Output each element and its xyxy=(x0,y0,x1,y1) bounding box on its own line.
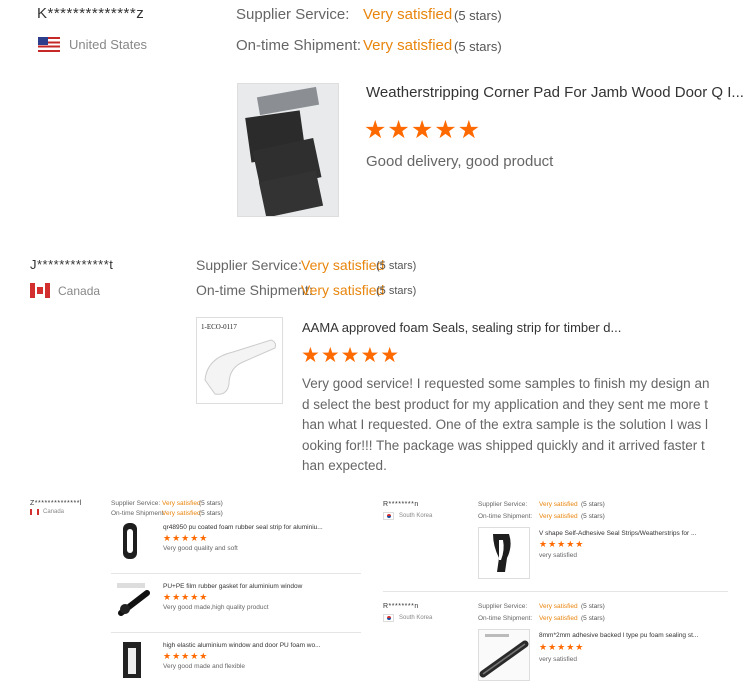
supplier-service-label: Supplier Service: xyxy=(111,500,161,507)
shipment-value: Very satisfied xyxy=(363,37,453,54)
supplier-service-label: Supplier Service: xyxy=(478,603,528,610)
shipment-label: On-time Shipment: xyxy=(236,37,362,54)
shipment-value: Very satisfied xyxy=(539,513,578,520)
us-flag-icon xyxy=(38,37,60,52)
supplier-service-row: Supplier Service: Very satisfied (5 star… xyxy=(478,603,605,610)
supplier-service-stars: (5 stars) xyxy=(581,501,605,508)
reviewer-name: Z**************l xyxy=(30,500,82,507)
seal-strip-image xyxy=(123,523,137,559)
supplier-service-label: Supplier Service: xyxy=(196,257,302,273)
rating-stars: ★★★★★ xyxy=(163,592,209,602)
rating-stars: ★★★★★ xyxy=(539,642,585,652)
south-korea-flag-icon xyxy=(383,614,394,622)
reviewer-country: South Korea xyxy=(383,614,432,622)
product-thumbnail[interactable] xyxy=(478,527,530,579)
shipment-label: On-time Shipment: xyxy=(111,510,166,517)
shipment-stars: (5 stars) xyxy=(376,285,417,297)
supplier-service-row: Supplier Service: Very satisfied (5 star… xyxy=(196,257,416,273)
supplier-service-stars: (5 stars) xyxy=(454,8,502,23)
supplier-service-row: Supplier Service: Very satisfied (5 star… xyxy=(236,6,502,23)
country-label: South Korea xyxy=(399,513,433,519)
review-comment: Good delivery, good product xyxy=(366,153,554,170)
product-title-link[interactable]: 8mm*2mm adhesive backed l type pu foam s… xyxy=(539,632,698,639)
country-label: United States xyxy=(69,37,148,52)
rating-stars: ★★★★★ xyxy=(364,116,482,144)
product-title-link[interactable]: qr48950 pu coated foam rubber seal strip… xyxy=(163,524,323,531)
supplier-service-stars: (5 stars) xyxy=(581,603,605,610)
rubber-gasket-image xyxy=(117,583,150,616)
supplier-service-value: Very satisfied xyxy=(539,501,578,508)
supplier-service-stars: (5 stars) xyxy=(199,500,223,507)
product-thumbnail[interactable] xyxy=(111,521,151,565)
product-title-link[interactable]: V shape Self-Adhesive Seal Strips/Weathe… xyxy=(539,530,696,537)
shipment-stars: (5 stars) xyxy=(581,513,605,520)
rating-stars: ★★★★★ xyxy=(539,539,585,549)
pu-foam-strip-image xyxy=(123,642,141,678)
supplier-service-label: Supplier Service: xyxy=(236,6,350,23)
supplier-service-stars: (5 stars) xyxy=(376,260,417,272)
reviewer-name: R********n xyxy=(383,501,419,508)
supplier-service-value: Very satisfied xyxy=(363,6,453,23)
divider xyxy=(111,632,361,633)
shipment-row: On-time Shipment: Very satisfied (5 star… xyxy=(478,615,605,622)
supplier-service-row: Supplier Service: Very satisfied (5 star… xyxy=(111,500,223,507)
reviewer-country: Canada xyxy=(30,509,64,515)
country-label: South Korea xyxy=(399,615,433,621)
product-thumbnail[interactable] xyxy=(111,579,151,619)
reviewer-country: Canada xyxy=(30,283,100,298)
shipment-row: On-time Shipment: Very satisfied (5 star… xyxy=(236,37,502,54)
reviewer-country: United States xyxy=(38,37,147,52)
product-title-link[interactable]: AAMA approved foam Seals, sealing strip … xyxy=(302,320,621,335)
shipment-stars: (5 stars) xyxy=(199,510,223,517)
shipment-stars: (5 stars) xyxy=(454,39,502,54)
rating-stars: ★★★★★ xyxy=(163,533,209,543)
review-comment: Very good service! I requested some samp… xyxy=(302,376,710,473)
product-title-link[interactable]: high elastic aluminium window and door P… xyxy=(163,642,321,649)
divider xyxy=(111,573,361,574)
product-title-link[interactable]: Weatherstripping Corner Pad For Jamb Woo… xyxy=(366,84,744,101)
country-label: Canada xyxy=(58,283,101,298)
product-title-link[interactable]: PU+PE film rubber gasket for aluminium w… xyxy=(163,583,302,590)
product-thumbnail[interactable]: 1-ECO-0117 xyxy=(196,317,283,404)
shipment-stars: (5 stars) xyxy=(581,615,605,622)
reviewer-name: K**************z xyxy=(37,5,145,22)
review-comment: very satisfied xyxy=(539,656,577,663)
divider xyxy=(383,591,728,592)
foam-sealing-tape-image xyxy=(479,634,529,678)
shipment-row: On-time Shipment: Very satisfied (5 star… xyxy=(478,513,605,520)
canada-flag-icon xyxy=(30,283,50,298)
v-seal-strip-image xyxy=(493,534,511,572)
country-label: Canada xyxy=(43,509,65,515)
review-comment: very satisfied xyxy=(539,552,577,559)
south-korea-flag-icon xyxy=(383,512,394,520)
weatherstrip-pad-image xyxy=(238,84,338,216)
shipment-value: Very satisfied xyxy=(539,615,578,622)
reviewer-name: J*************t xyxy=(30,257,114,272)
thumb-label: 1-ECO-0117 xyxy=(201,323,237,331)
rating-stars: ★★★★★ xyxy=(301,344,401,367)
canada-flag-icon xyxy=(30,509,39,515)
review-comment: Very good made,high quality product xyxy=(163,604,269,611)
product-thumbnail[interactable] xyxy=(237,83,339,217)
supplier-service-value: Very satisfied xyxy=(301,257,385,273)
supplier-service-label: Supplier Service: xyxy=(478,501,528,508)
product-thumbnail[interactable] xyxy=(478,629,530,681)
rating-stars: ★★★★★ xyxy=(163,651,209,661)
shipment-row: On-time Shipment: Very satisfied (5 star… xyxy=(111,510,223,517)
product-thumbnail[interactable] xyxy=(111,638,151,682)
reviewer-name: R********n xyxy=(383,603,419,610)
supplier-service-value: Very satisfied xyxy=(162,500,201,507)
shipment-label: On-time Shipment: xyxy=(478,513,533,520)
shipment-label: On-time Shipment: xyxy=(196,282,313,298)
supplier-service-value: Very satisfied xyxy=(539,603,578,610)
shipment-row: On-time Shipment: Very satisfied (5 star… xyxy=(196,282,416,298)
review-comment: Very good quality and soft xyxy=(163,545,238,552)
shipment-value: Very satisfied xyxy=(162,510,201,517)
shipment-value: Very satisfied xyxy=(301,282,385,298)
reviewer-country: South Korea xyxy=(383,512,432,520)
supplier-service-row: Supplier Service: Very satisfied (5 star… xyxy=(478,501,605,508)
review-comment: Very good made and flexible xyxy=(163,663,246,670)
shipment-label: On-time Shipment: xyxy=(478,615,533,622)
